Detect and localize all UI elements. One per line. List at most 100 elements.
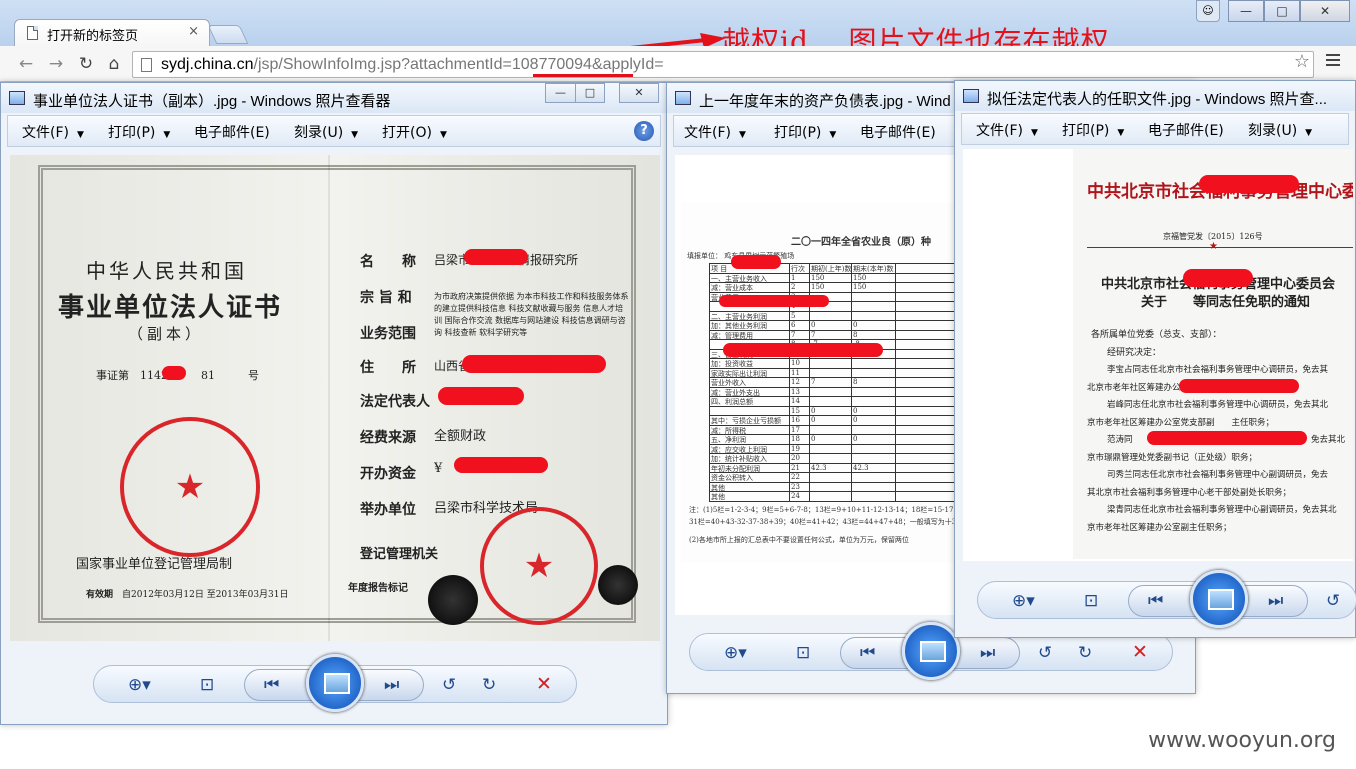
menu-burn[interactable]: 刻录(U) ▼	[1248, 120, 1312, 140]
zoom-icon[interactable]: ⊕▾	[724, 643, 747, 663]
redaction-mark	[438, 387, 524, 405]
viewer-menubar: 文件(F) ▼ 打印(P) ▼ 电子邮件(E) 刻录(U) ▼ 打开(O) ▼ ?	[7, 115, 661, 147]
viewer-titlebar: 拟任法定代表人的任职文件.jpg - Windows 照片查...	[955, 81, 1355, 111]
sheet-paper: 二〇一四年全省农业良（原）种 填报单位： 鸡东县果树示范繁殖场 项 目行次期初(…	[681, 203, 955, 563]
browser-toolbar: ← → ↻ ⌂ sydj.china.cn/jsp/ShowInfoImg.js…	[0, 46, 1356, 82]
field-value-capital: ¥	[434, 461, 443, 476]
previous-icon[interactable]: ⏮	[860, 643, 875, 663]
table-header-cell: 期末(本年)数	[853, 265, 894, 273]
notice-image: 中共北京市社会福利事务管理中心委员会文件 京福管党发〔2015〕126号 ★ 中…	[963, 149, 1353, 561]
table-cell: 一、主营业务收入	[711, 274, 767, 283]
table-cell: 2	[791, 283, 796, 291]
next-icon[interactable]: ⏭	[384, 675, 399, 695]
slideshow-button[interactable]	[902, 622, 960, 680]
slideshow-button[interactable]	[1190, 570, 1248, 628]
annual-stamp	[598, 565, 638, 605]
cert-validity: 有效期 自2012年03月12日 至2013年03月31日	[86, 590, 289, 600]
table-cell: 16	[791, 416, 800, 424]
menu-email[interactable]: 电子邮件(E)	[1148, 120, 1224, 140]
field-value-purpose: 为市政府决策提供依据 为本市科技工作和科技服务体系的建立提供科技信息 科技文献收…	[434, 292, 629, 337]
menu-icon[interactable]	[1326, 54, 1340, 69]
redaction-mark	[464, 249, 528, 265]
addressee: 各所属单位党委（总支、支部）：	[1091, 330, 1222, 340]
field-label-purpose: 宗 旨 和	[360, 290, 412, 306]
table-cell: 21	[791, 463, 800, 472]
zoom-icon[interactable]: ⊕▾	[128, 675, 151, 695]
home-icon[interactable]: ⌂	[102, 52, 126, 76]
table-cell: 7	[791, 330, 796, 339]
window-controls: ☺ — □ ✕	[1196, 0, 1350, 24]
table-cell: 减：营业成本	[711, 284, 753, 292]
viewer-title: 上一年度年末的资产负债表.jpg - Wind	[699, 93, 951, 110]
delete-icon[interactable]: ✕	[1132, 641, 1148, 663]
table-cell: 0	[853, 416, 858, 424]
rotate-right-icon[interactable]: ↻	[482, 675, 496, 695]
rotate-right-icon[interactable]: ↻	[1078, 643, 1092, 663]
table-cell: 18	[791, 435, 800, 443]
table-cell: 23	[791, 482, 800, 491]
menu-print[interactable]: 打印(P) ▼	[774, 122, 836, 142]
notice-paragraph-line: 李宝占同志任北京市社会福利事务管理中心调研员，免去其	[1107, 365, 1329, 375]
back-icon[interactable]: ←	[14, 52, 38, 76]
menu-print[interactable]: 打印(P) ▼	[1062, 120, 1124, 140]
menu-print[interactable]: 打印(P) ▼	[108, 122, 170, 142]
maximize-button[interactable]: □	[1264, 0, 1300, 22]
viewer-menubar: 文件(F) ▼ 打印(P) ▼ 电子邮件(E) 刻录(U) ▼	[961, 113, 1349, 145]
notice-paragraph-line: 岩峰同志任北京市社会福利事务管理中心调研员，免去其北	[1107, 400, 1329, 410]
table-cell: 四、利润总额	[711, 398, 753, 406]
cert-copy: （副本）	[128, 325, 205, 343]
address-bar[interactable]: sydj.china.cn/jsp/ShowInfoImg.jsp?attach…	[132, 51, 1314, 78]
menu-burn[interactable]: 刻录(U) ▼	[294, 122, 358, 142]
table-cell: 减：所得税	[711, 426, 746, 435]
close-button[interactable]: ✕	[1300, 0, 1350, 22]
table-cell: 0	[811, 435, 816, 443]
minimize-button[interactable]: —	[545, 83, 575, 103]
tab-new-tab[interactable]: 打开新的标签页 ×	[14, 19, 210, 46]
photo-viewer-icon	[675, 91, 691, 105]
fit-window-icon[interactable]: ⊡	[796, 643, 810, 663]
tab-close-button[interactable]: ×	[188, 24, 199, 39]
previous-icon[interactable]: ⏮	[264, 675, 279, 695]
reload-icon[interactable]: ↻	[74, 52, 98, 76]
delete-icon[interactable]: ✕	[536, 673, 552, 695]
redaction-mark	[1199, 175, 1299, 193]
zoom-icon[interactable]: ⊕▾	[1012, 591, 1035, 611]
notice-paragraph-line: 京市璟鼎管理处党委副书记（正处级）职务；	[1087, 452, 1258, 463]
fit-window-icon[interactable]: ⊡	[200, 675, 214, 695]
maximize-button[interactable]: □	[575, 83, 605, 103]
menu-file[interactable]: 文件(F) ▼	[684, 122, 746, 142]
fit-window-icon[interactable]: ⊡	[1084, 591, 1098, 611]
rotate-left-icon[interactable]: ↺	[1326, 591, 1340, 611]
table-rule	[851, 263, 852, 501]
table-cell: 8	[853, 330, 858, 339]
help-icon[interactable]: ?	[634, 121, 654, 141]
table-cell: 家政实际出让利润	[711, 369, 767, 378]
table-cell: 10	[791, 359, 800, 367]
url-host: sydj.china.cn	[161, 56, 254, 73]
forward-icon[interactable]: →	[44, 52, 68, 76]
new-tab-button[interactable]	[207, 25, 249, 44]
previous-icon[interactable]: ⏮	[1148, 591, 1163, 611]
bookmark-star-icon[interactable]: ☆	[1294, 51, 1310, 72]
table-cell: 15	[791, 406, 800, 415]
photo-viewer-icon	[9, 91, 25, 105]
close-button[interactable]: ✕	[619, 83, 659, 103]
menu-email[interactable]: 电子邮件(E)	[860, 122, 936, 142]
minimize-button[interactable]: —	[1228, 0, 1264, 22]
menu-file[interactable]: 文件(F) ▼	[976, 120, 1038, 140]
notice-paragraph-line: 司秀兰同志任北京市社会福利事务管理中心副调研员，免去	[1107, 470, 1329, 480]
table-cell: 0	[853, 435, 858, 443]
rotate-left-icon[interactable]: ↺	[1038, 643, 1052, 663]
table-cell: 12	[791, 378, 800, 386]
menu-open[interactable]: 打开(O) ▼	[382, 122, 447, 142]
next-icon[interactable]: ⏭	[980, 643, 995, 663]
rotate-left-icon[interactable]: ↺	[442, 675, 456, 695]
table-cell: 7	[811, 378, 816, 386]
next-icon[interactable]: ⏭	[1268, 591, 1283, 611]
slideshow-button[interactable]	[306, 654, 364, 712]
user-icon[interactable]: ☺	[1196, 0, 1220, 22]
menu-file[interactable]: 文件(F) ▼	[22, 122, 84, 142]
menu-email[interactable]: 电子邮件(E)	[194, 122, 270, 142]
table-cell: 19	[791, 444, 800, 453]
table-cell: 减：管理费用	[711, 331, 753, 340]
